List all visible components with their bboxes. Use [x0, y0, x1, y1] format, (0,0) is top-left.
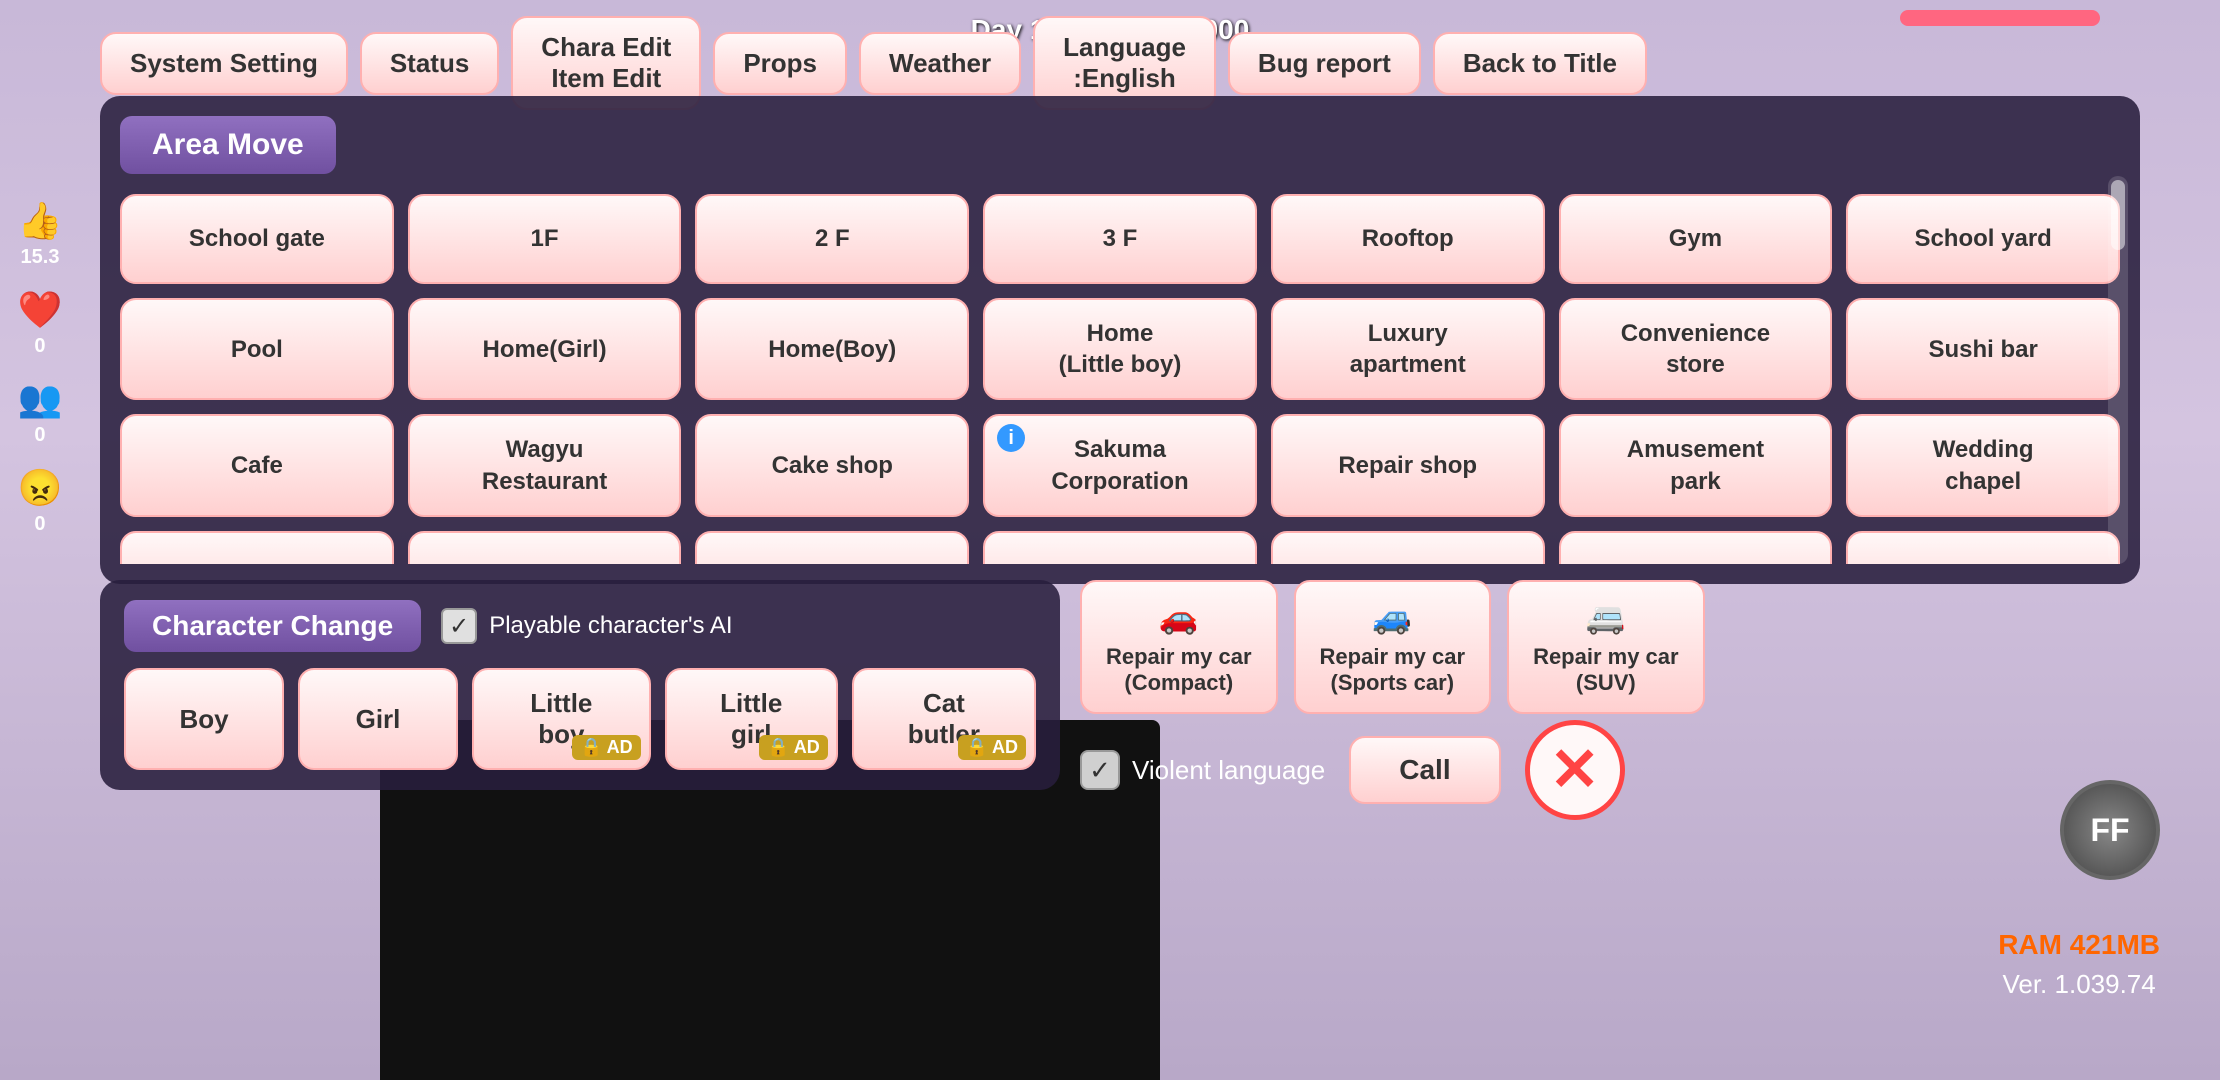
location-wedding-chapel[interactable]: Weddingchapel: [1846, 414, 2120, 516]
location-partial3[interactable]: [695, 531, 969, 564]
character-change-header: Character Change ✓ Playable character's …: [124, 600, 1036, 652]
repair-compact-label: Repair my car(Compact): [1106, 644, 1252, 696]
ram-info-area: RAM 421MB Ver. 1.039.74: [1998, 929, 2160, 1000]
char-cat-butler-button[interactable]: Cat butler 🔒 AD: [852, 668, 1036, 770]
repair-suv-button[interactable]: 🚐 Repair my car(SUV): [1507, 580, 1705, 714]
close-button[interactable]: ✕: [1525, 720, 1625, 820]
scroll-bar[interactable]: [2108, 176, 2128, 564]
location-sakuma-corporation[interactable]: i SakumaCorporation: [983, 414, 1257, 516]
ai-checkbox-label: Playable character's AI: [489, 612, 732, 640]
bug-report-button[interactable]: Bug report: [1228, 32, 1421, 95]
location-rooftop[interactable]: Rooftop: [1271, 194, 1545, 284]
location-gym[interactable]: Gym: [1559, 194, 1833, 284]
ai-checkbox-area: ✓ Playable character's AI: [441, 608, 732, 644]
social-like: 👍 15.3: [18, 200, 63, 269]
social-angry: 😠 0: [18, 467, 63, 536]
version-text: Ver. 1.039.74: [1998, 969, 2160, 1000]
area-move-panel: Area Move School gate 1F 2 F 3 F Rooftop…: [100, 96, 2140, 584]
location-school-yard[interactable]: School yard: [1846, 194, 2120, 284]
sports-car-icon: 🚙: [1372, 598, 1412, 636]
violent-language-checkbox[interactable]: ✓: [1080, 750, 1120, 790]
like-count: 15.3: [21, 246, 60, 269]
repair-suv-label: Repair my car(SUV): [1533, 644, 1679, 696]
people-icon: 👥: [18, 378, 63, 420]
repair-compact-button[interactable]: 🚗 Repair my car(Compact): [1080, 580, 1278, 714]
weather-button[interactable]: Weather: [859, 32, 1021, 95]
location-2f[interactable]: 2 F: [695, 194, 969, 284]
social-people: 👥 0: [18, 378, 63, 447]
call-button[interactable]: Call: [1349, 736, 1500, 804]
lock-icon-little-girl: 🔒 AD: [759, 735, 827, 760]
angry-icon: 😠: [18, 467, 63, 509]
close-icon: ✕: [1549, 740, 1599, 800]
heart-count: 0: [34, 335, 45, 358]
location-home-girl[interactable]: Home(Girl): [408, 298, 682, 400]
heart-icon: ❤️: [18, 289, 63, 331]
character-buttons: Boy Girl Little boy 🔒 AD Little girl 🔒 A…: [124, 668, 1036, 770]
location-luxury-apartment[interactable]: Luxuryapartment: [1271, 298, 1545, 400]
location-cake-shop[interactable]: Cake shop: [695, 414, 969, 516]
like-icon: 👍: [18, 200, 63, 242]
repair-sports-button[interactable]: 🚙 Repair my car(Sports car): [1294, 580, 1492, 714]
angry-count: 0: [34, 513, 45, 536]
area-move-grid: School gate 1F 2 F 3 F Rooftop Gym Schoo…: [120, 194, 2120, 564]
props-button[interactable]: Props: [713, 32, 847, 95]
location-partial5[interactable]: [1271, 531, 1545, 564]
location-police-station[interactable]: Police station: [983, 531, 1257, 564]
back-to-title-button[interactable]: Back to Title: [1433, 32, 1647, 95]
compact-car-icon: 🚗: [1159, 598, 1199, 636]
location-wagyu-restaurant[interactable]: WagyuRestaurant: [408, 414, 682, 516]
char-boy-button[interactable]: Boy: [124, 668, 284, 770]
violent-language-area: ✓ Violent language: [1080, 750, 1325, 790]
location-partial1[interactable]: [120, 531, 394, 564]
scroll-thumb: [2111, 180, 2125, 250]
location-pool[interactable]: Pool: [120, 298, 394, 400]
violent-language-label: Violent language: [1132, 755, 1325, 786]
location-amusement-park[interactable]: Amusementpark: [1559, 414, 1833, 516]
ai-checkbox[interactable]: ✓: [441, 608, 477, 644]
people-count: 0: [34, 424, 45, 447]
lock-icon-little-boy: 🔒 AD: [572, 735, 640, 760]
location-school-gate[interactable]: School gate: [120, 194, 394, 284]
status-button[interactable]: Status: [360, 32, 499, 95]
location-cafe[interactable]: Cafe: [120, 414, 394, 516]
char-girl-button[interactable]: Girl: [298, 668, 458, 770]
car-repair-area: 🚗 Repair my car(Compact) 🚙 Repair my car…: [1080, 580, 1705, 714]
ff-button[interactable]: FF: [2060, 780, 2160, 880]
character-change-panel: Character Change ✓ Playable character's …: [100, 580, 1060, 790]
location-home-little-boy[interactable]: Home(Little boy): [983, 298, 1257, 400]
suv-car-icon: 🚐: [1586, 598, 1626, 636]
lock-icon-cat-butler: 🔒 AD: [958, 735, 1026, 760]
location-sushi-bar[interactable]: Sushi bar: [1846, 298, 2120, 400]
system-setting-button[interactable]: System Setting: [100, 32, 348, 95]
social-sidebar: 👍 15.3 ❤️ 0 👥 0 😠 0: [0, 200, 80, 536]
ram-text: RAM 421MB: [1998, 929, 2160, 961]
char-little-girl-button[interactable]: Little girl 🔒 AD: [665, 668, 838, 770]
area-move-title: Area Move: [120, 116, 336, 174]
location-convenience-store[interactable]: Conveniencestore: [1559, 298, 1833, 400]
location-3f[interactable]: 3 F: [983, 194, 1257, 284]
location-partial6[interactable]: [1559, 531, 1833, 564]
bottom-right-panel: ✓ Violent language Call ✕: [1080, 720, 1625, 820]
location-1f[interactable]: 1F: [408, 194, 682, 284]
location-partial7[interactable]: [1846, 531, 2120, 564]
character-change-title: Character Change: [124, 600, 421, 652]
location-repair-shop[interactable]: Repair shop: [1271, 414, 1545, 516]
social-heart: ❤️ 0: [18, 289, 63, 358]
location-home-boy[interactable]: Home(Boy): [695, 298, 969, 400]
char-little-boy-button[interactable]: Little boy 🔒 AD: [472, 668, 651, 770]
repair-sports-label: Repair my car(Sports car): [1320, 644, 1466, 696]
location-partial2[interactable]: [408, 531, 682, 564]
